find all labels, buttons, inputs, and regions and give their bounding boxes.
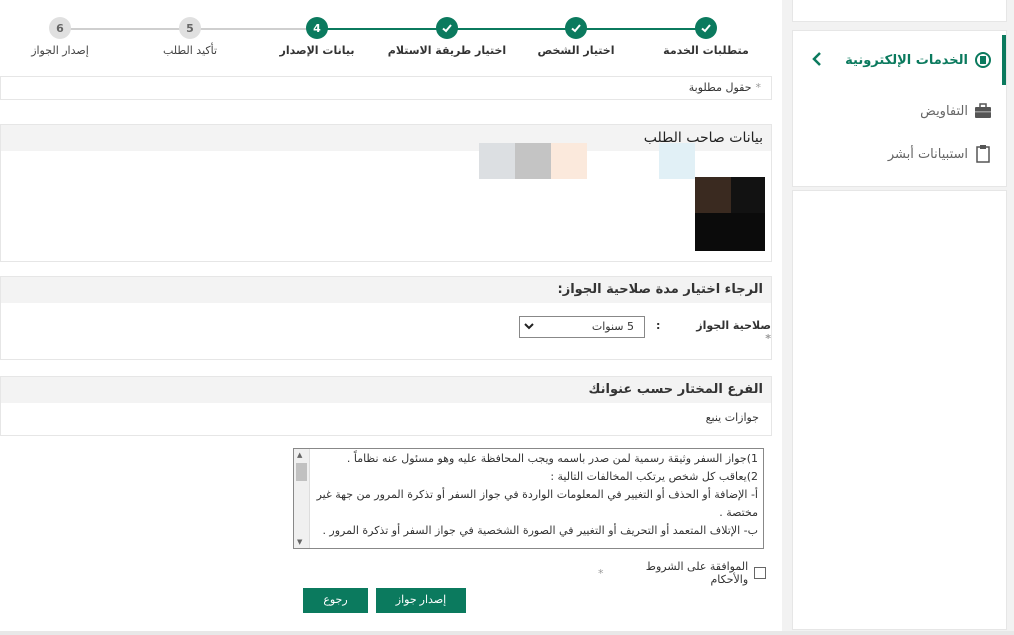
scroll-down-icon[interactable]: ▼ bbox=[297, 538, 302, 546]
blurred-data bbox=[659, 143, 695, 179]
terms-text: 1)جواز السفر وثيقة رسمية لمن صدر باسمه و… bbox=[316, 452, 758, 537]
step-issue-passport: 6 إصدار الجواز bbox=[0, 17, 120, 57]
section-title: الفرع المختار حسب عنوانك bbox=[1, 377, 771, 403]
sidebar-item-label: استبيانات أبشر bbox=[887, 146, 968, 162]
passport-validity-section: الرجاء اختيار مدة صلاحية الجواز: صلاحية … bbox=[0, 276, 772, 360]
required-fields-note: *حقول مطلوبة bbox=[0, 76, 772, 100]
validity-label: صلاحية الجواز * bbox=[696, 319, 771, 345]
terms-scrollbar[interactable]: ▲ ▼ bbox=[294, 449, 310, 548]
sidebar-item-label: الخدمات الإلكترونية bbox=[845, 52, 968, 68]
step-select-person[interactable]: اختيار الشخص bbox=[516, 17, 636, 57]
step-delivery-method[interactable]: اختيار طريقة الاستلام bbox=[387, 17, 507, 57]
step-label: اختيار طريقة الاستلام bbox=[387, 44, 507, 57]
step-label: بيانات الإصدار bbox=[279, 44, 355, 57]
sidebar-item-label: التفاويض bbox=[920, 103, 968, 119]
section-title: بيانات صاحب الطلب bbox=[1, 125, 771, 151]
section-title: الرجاء اختيار مدة صلاحية الجواز: bbox=[1, 277, 771, 303]
check-icon bbox=[436, 17, 458, 39]
step-label: متطلبات الخدمة bbox=[663, 44, 749, 57]
sidebar-menu: الخدمات الإلكترونية التفاويض استبيانات أ… bbox=[792, 30, 1007, 187]
step-confirm-request: 5 تأكيد الطلب bbox=[130, 17, 250, 57]
chevron-left-icon[interactable] bbox=[807, 49, 827, 69]
agree-terms[interactable]: الموافقة على الشروط والأحكام * bbox=[598, 560, 766, 586]
validity-field-row: صلاحية الجواز * : 5 سنوات bbox=[1, 315, 771, 345]
progress-stepper: متطلبات الخدمة اختيار الشخص اختيار طريقة… bbox=[0, 14, 782, 62]
sidebar-item-absher-surveys[interactable]: استبيانات أبشر bbox=[793, 134, 1006, 174]
applicant-section: بيانات صاحب الطلب bbox=[0, 124, 772, 262]
terms-textarea[interactable]: ▲ ▼ 1)جواز السفر وثيقة رسمية لمن صدر باس… bbox=[293, 448, 764, 549]
check-icon bbox=[695, 17, 717, 39]
sidebar: الخدمات الإلكترونية التفاويض استبيانات أ… bbox=[792, 0, 1007, 630]
blurred-data bbox=[479, 143, 515, 179]
step-number: 6 bbox=[49, 17, 71, 39]
briefcase-icon bbox=[972, 100, 994, 122]
blurred-data bbox=[515, 143, 551, 179]
branch-section: الفرع المختار حسب عنوانك جوازات ينبع bbox=[0, 376, 772, 436]
sidebar-item-delegations[interactable]: التفاويض bbox=[793, 91, 1006, 131]
agree-checkbox[interactable] bbox=[754, 567, 766, 579]
issue-passport-button[interactable]: إصدار جواز bbox=[376, 588, 466, 613]
chevron-down-icon bbox=[524, 319, 534, 340]
scroll-up-icon[interactable]: ▲ bbox=[297, 451, 302, 459]
step-service-requirements[interactable]: متطلبات الخدمة bbox=[646, 17, 766, 57]
applicant-photo bbox=[695, 177, 765, 251]
blurred-data bbox=[551, 143, 587, 179]
horizontal-scrollbar[interactable] bbox=[0, 631, 1014, 635]
step-label: إصدار الجواز bbox=[31, 44, 89, 57]
sidebar-item-eservices[interactable]: الخدمات الإلكترونية bbox=[793, 35, 1006, 85]
validity-select[interactable]: 5 سنوات bbox=[519, 316, 645, 338]
step-number: 4 bbox=[306, 17, 328, 39]
main-panel: متطلبات الخدمة اختيار الشخص اختيار طريقة… bbox=[0, 0, 782, 635]
scroll-thumb[interactable] bbox=[296, 463, 307, 481]
required-asterisk: * bbox=[755, 81, 762, 94]
step-number: 5 bbox=[179, 17, 201, 39]
step-issue-data: 4 بيانات الإصدار bbox=[257, 17, 377, 57]
back-button[interactable]: رجوع bbox=[303, 588, 368, 613]
clipboard-icon bbox=[972, 143, 994, 165]
step-label: اختيار الشخص bbox=[537, 44, 615, 57]
branch-value: جوازات ينبع bbox=[705, 411, 759, 424]
check-icon bbox=[565, 17, 587, 39]
step-label: تأكيد الطلب bbox=[162, 44, 218, 57]
eservices-icon bbox=[972, 49, 994, 71]
